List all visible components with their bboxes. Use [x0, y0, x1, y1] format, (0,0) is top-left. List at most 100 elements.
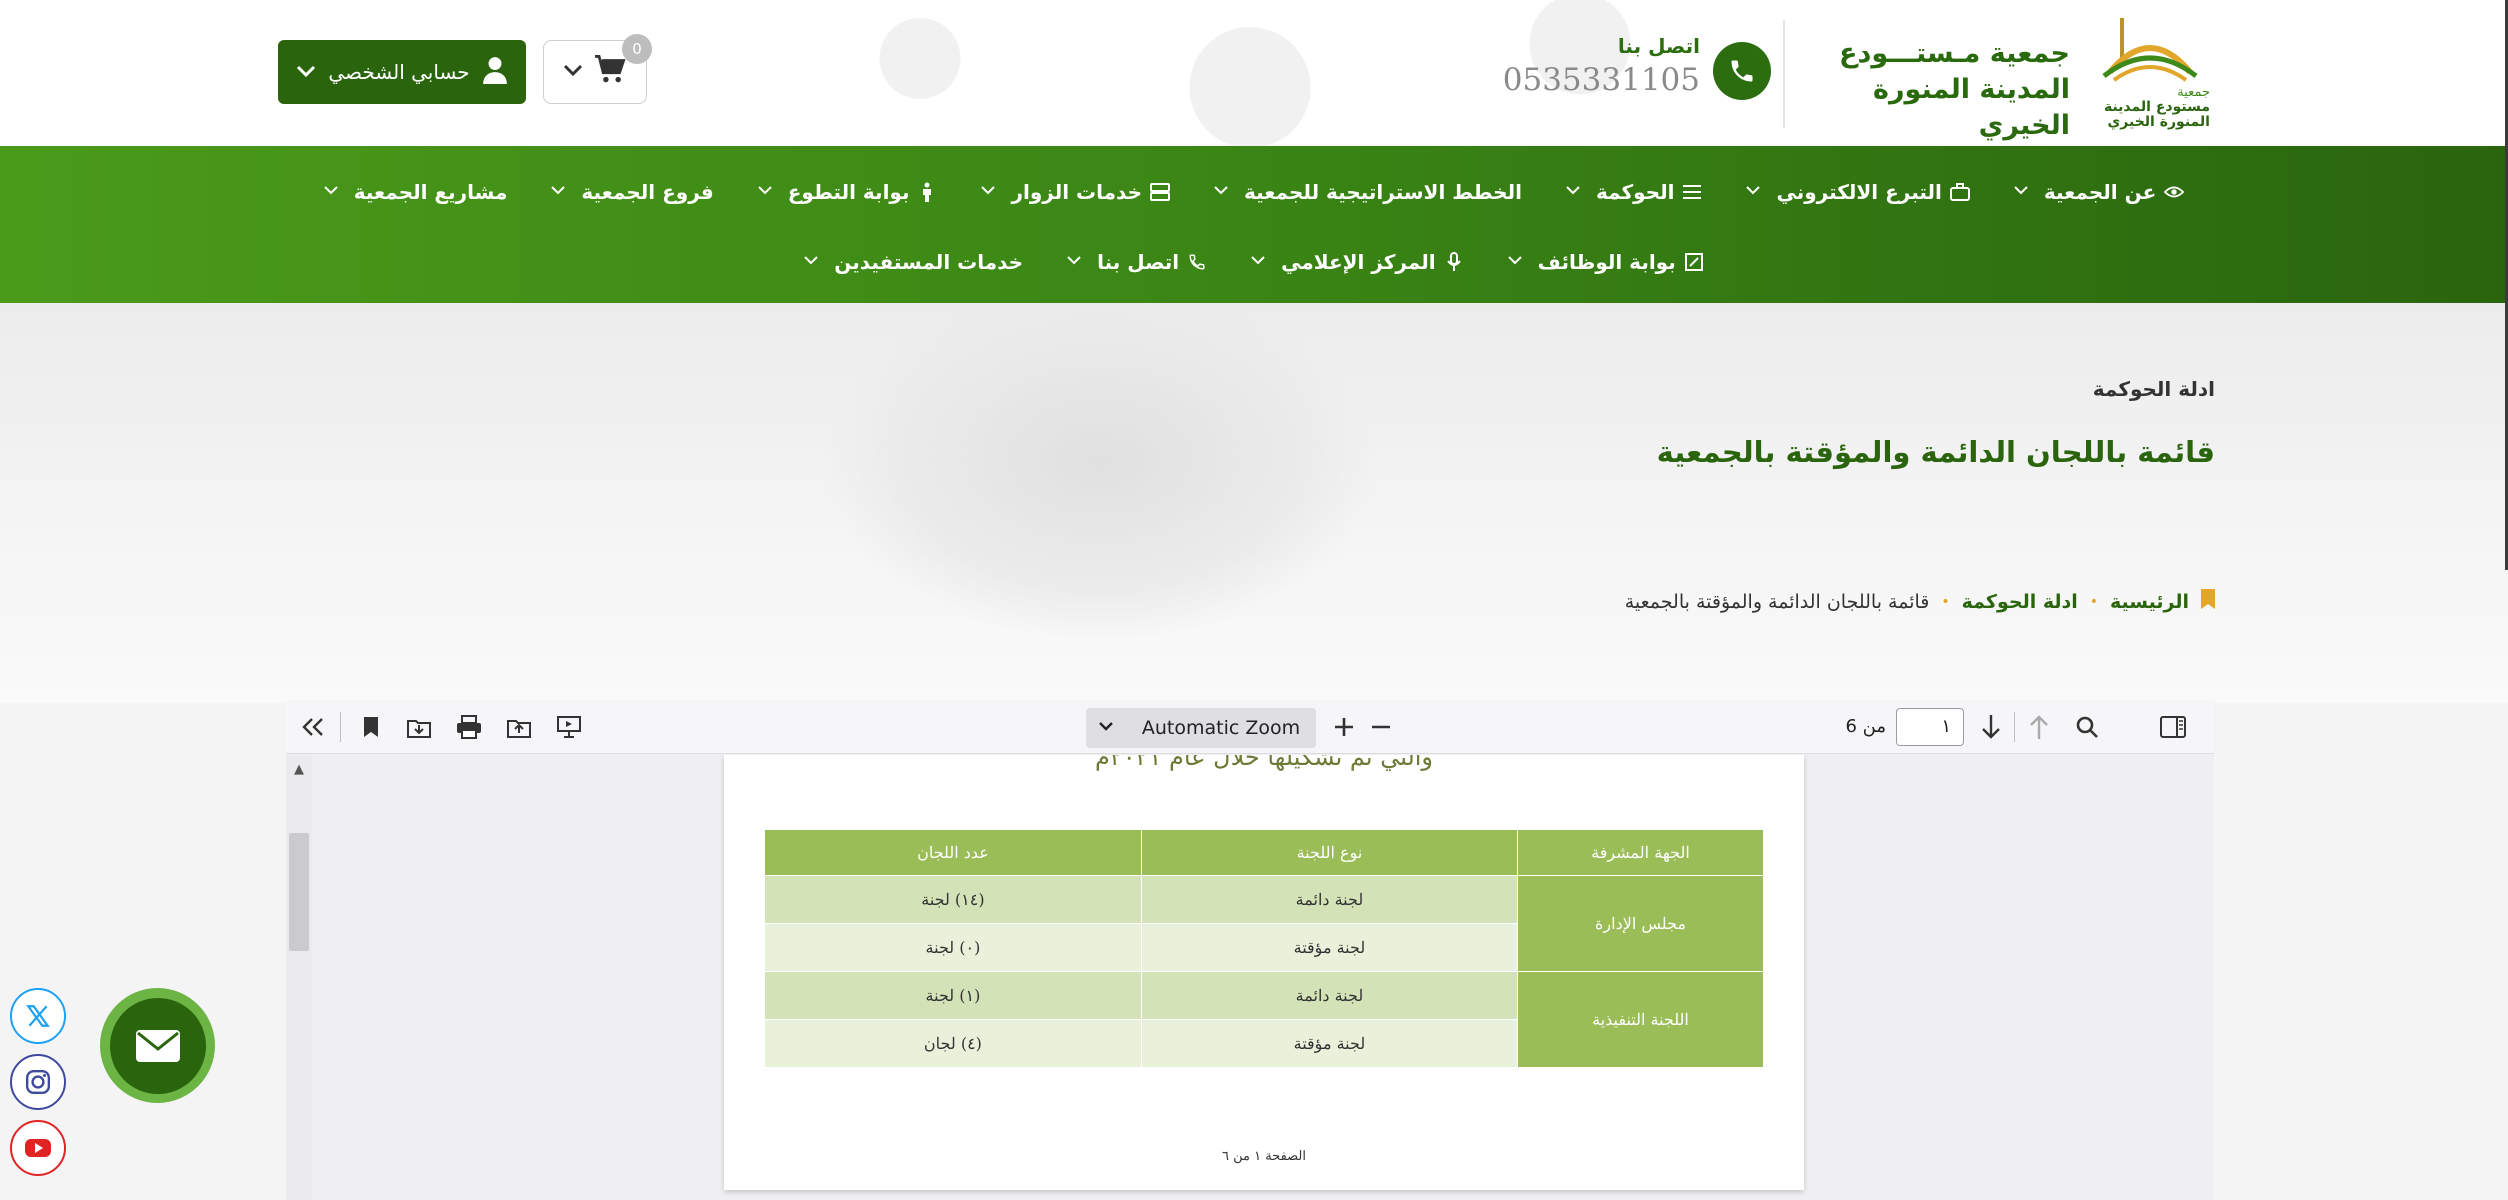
logo[interactable]: جمعية مستودع المدينة المنورة الخيري — [2090, 14, 2216, 131]
nav-item-projects[interactable]: مشاريع الجمعية — [323, 172, 507, 212]
toolbar-separator — [340, 712, 341, 742]
nav-item-jobs[interactable]: بوابة الوظائف — [1507, 242, 1704, 282]
table-group-cell: مجلس الإدارة — [1517, 875, 1764, 972]
download-button[interactable] — [404, 712, 434, 742]
chevron-down-icon — [1746, 184, 1761, 200]
upload-icon — [507, 720, 531, 738]
zoom-in-button[interactable] — [1329, 712, 1359, 742]
pdf-heading: والتي تم تشكيلها خلال عام ٢٠٢١م — [1094, 755, 1434, 771]
search-icon — [2076, 716, 2098, 738]
scrollbar-thumb[interactable] — [289, 833, 309, 951]
open-file-button[interactable] — [504, 712, 534, 742]
pdf-document-area[interactable]: ▲ والتي تم تشكيلها خلال عام ٢٠٢١م الجهة … — [286, 755, 2214, 1200]
committees-table: الجهة المشرفة نوع اللجنة عدد اللجان مجلس… — [764, 829, 1764, 1068]
briefcase-icon — [1949, 182, 1970, 202]
chevron-down-icon — [1251, 254, 1265, 270]
print-button[interactable] — [454, 712, 484, 742]
section-label: ادلة الحوكمة — [2092, 377, 2215, 401]
chevron-down-icon — [1086, 720, 1126, 736]
contact-mail-button[interactable] — [100, 988, 215, 1103]
nav-label: بوابة التطوع — [787, 180, 910, 204]
nav-item-media-center[interactable]: المركز الإعلامي — [1251, 242, 1463, 282]
envelope-icon — [135, 1029, 180, 1062]
site-header: جمعية مستودع المدينة المنورة الخيري جمعي… — [0, 0, 2508, 146]
logo-emblem-icon: جمعية مستودع المدينة المنورة الخيري — [2102, 18, 2210, 131]
nav-item-strategic-plans[interactable]: الخطط الاستراتيجية للجمعية — [1214, 172, 1522, 212]
org-name-line-1: جمعية مـستـــودع — [1839, 38, 2070, 69]
nav-item-contact[interactable]: اتصل بنا — [1067, 242, 1207, 282]
header-divider — [1783, 20, 1785, 128]
nav-label: عن الجمعية — [2043, 180, 2157, 204]
presentation-mode-button[interactable] — [554, 712, 584, 742]
chevron-down-icon — [563, 62, 583, 83]
nav-item-volunteer[interactable]: بوابة التطوع — [758, 172, 938, 212]
nav-label: اتصل بنا — [1097, 250, 1180, 274]
find-button[interactable] — [2072, 712, 2102, 742]
nav-item-branches[interactable]: فروع الجمعية — [551, 172, 714, 212]
chevron-down-icon — [323, 184, 338, 200]
phone-icon — [1731, 60, 1753, 82]
page-hero: ادلة الحوكمة قائمة باللجان الدائمة والمؤ… — [0, 303, 2508, 703]
nav-item-beneficiary-services[interactable]: خدمات المستفيدين — [804, 242, 1023, 282]
table-cell: لجنة دائمة — [1140, 971, 1519, 1020]
download-icon — [407, 720, 431, 738]
sidebar-toggle-button[interactable] — [2158, 712, 2188, 742]
table-group-cell: اللجنة التنفيذية — [1517, 971, 1764, 1068]
bookmark-icon — [2201, 589, 2215, 614]
account-button[interactable]: حسابي الشخصي — [278, 40, 526, 104]
phone-button[interactable] — [1713, 42, 1771, 100]
page-number-input[interactable]: ١ — [1896, 708, 1964, 746]
nav-label: الحوكمة — [1595, 180, 1675, 204]
table-cell: (١) لجنة — [764, 971, 1142, 1020]
scroll-up-icon[interactable]: ▲ — [286, 757, 312, 781]
youtube-link[interactable] — [10, 1120, 66, 1176]
breadcrumb-home-link[interactable]: الرئيسية — [2110, 591, 2189, 613]
bookmark-button[interactable] — [356, 712, 386, 742]
zoom-value: Automatic Zoom — [1141, 717, 1301, 739]
nav-item-visitor-services[interactable]: خدمات الزوار — [981, 172, 1170, 212]
zoom-out-button[interactable] — [1366, 712, 1396, 742]
column-header: الجهة المشرفة — [1517, 829, 1764, 876]
instagram-link[interactable] — [10, 1054, 66, 1110]
bookmark-icon — [364, 717, 378, 737]
org-name[interactable]: جمعية مـستـــودع المدينة المنورة الخيري — [1820, 36, 2070, 144]
twitter-link[interactable] — [10, 988, 66, 1044]
pdf-page: والتي تم تشكيلها خلال عام ٢٠٢١م الجهة ال… — [724, 755, 1804, 1190]
nav-item-about[interactable]: عن الجمعية — [2014, 172, 2185, 212]
previous-page-button[interactable] — [2024, 712, 2054, 742]
vertical-scrollbar[interactable]: ▲ — [286, 755, 312, 1200]
nav-item-donation[interactable]: التبرع الالكتروني — [1746, 172, 1970, 212]
chevron-down-icon — [296, 60, 316, 84]
breadcrumb-separator: • — [2089, 593, 2099, 610]
x-twitter-icon — [26, 1005, 50, 1027]
table-row: اللجنة التنفيذية لجنة دائمة (١) لجنة — [764, 971, 1764, 1068]
column-header: عدد اللجان — [764, 829, 1142, 876]
org-name-line-2: المدينة المنورة الخيري — [1873, 74, 2070, 141]
tools-menu-button[interactable] — [298, 712, 328, 742]
phone-number[interactable]: 0535331105 — [1450, 62, 1700, 98]
nav-row-1: عن الجمعية التبرع الالكتروني الحوكمة الخ… — [0, 172, 2508, 212]
hero-background — [820, 303, 1380, 643]
person-icon — [917, 182, 937, 202]
eye-icon — [2164, 182, 2185, 202]
column-header: نوع اللجنة — [1140, 829, 1519, 876]
pdf-viewer: Automatic Zoom من 6 ١ ▲ والتي تم تشكيلها… — [286, 700, 2214, 1200]
youtube-icon — [25, 1139, 51, 1157]
next-page-button[interactable] — [1976, 712, 2006, 742]
edit-icon — [1684, 252, 1704, 272]
pdf-toolbar: Automatic Zoom من 6 ١ — [286, 700, 2214, 754]
chevron-down-icon — [1214, 184, 1228, 200]
printer-icon — [457, 715, 481, 739]
chevron-down-icon — [1566, 184, 1580, 200]
nav-item-governance[interactable]: الحوكمة — [1566, 172, 1703, 212]
chevron-down-icon — [1507, 254, 1522, 270]
logo-line-2: مستودع المدينة — [2104, 99, 2210, 115]
arrow-down-icon — [1982, 715, 2000, 739]
pdf-page-footer: الصفحة ١ من ٦ — [1221, 1149, 1306, 1164]
minus-icon — [1372, 725, 1390, 729]
page-count: من 6 — [1845, 716, 1886, 737]
table-cell: (١٤) لجنة — [764, 875, 1142, 924]
breadcrumb-parent-link[interactable]: ادلة الحوكمة — [1962, 591, 2078, 613]
presentation-icon — [557, 716, 581, 738]
zoom-select[interactable]: Automatic Zoom — [1086, 708, 1316, 748]
